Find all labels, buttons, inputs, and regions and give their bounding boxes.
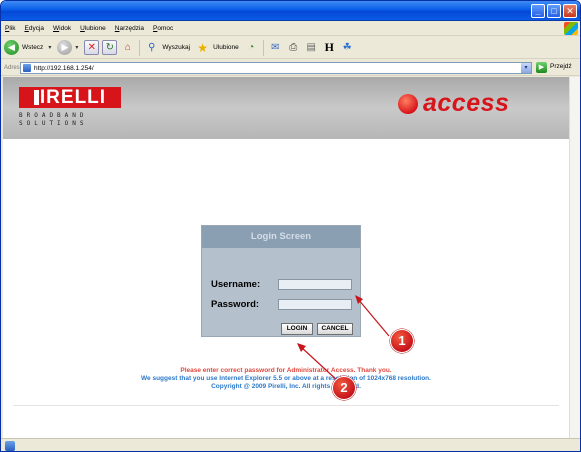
back-arrow-icon[interactable]: ◀	[4, 40, 19, 55]
callout-two-line	[300, 346, 340, 383]
favorites-star-icon[interactable]: ★	[195, 40, 210, 55]
forward-arrow-icon[interactable]: ▶	[57, 40, 73, 55]
search-icon[interactable]: ⚲	[144, 40, 159, 55]
status-bar	[1, 438, 580, 451]
menu-bar: Plik Edycja Widok Ulubione Narzędzia Pom…	[1, 21, 580, 36]
callout-two: 2	[332, 376, 356, 400]
address-dropdown-icon[interactable]: ▾	[521, 63, 531, 73]
h-icon[interactable]: H	[322, 40, 337, 55]
home-icon[interactable]: ⌂	[120, 40, 135, 55]
callout-one-line	[357, 298, 390, 337]
address-bar: Adres http://192.168.1.254/ ▾ ▶ Przejdź	[1, 60, 580, 76]
print-icon[interactable]: ⎙	[286, 40, 301, 55]
browser-window: _ □ ✕ Plik Edycja Widok Ulubione Narzędz…	[0, 0, 581, 452]
menu-help[interactable]: Pomoc	[153, 25, 178, 32]
callout-lines	[297, 295, 390, 383]
forward-dropdown-icon[interactable]: ▾	[75, 44, 78, 51]
favorites-button-label[interactable]: Ulubione	[213, 44, 239, 51]
windows-logo-icon	[564, 22, 578, 35]
toolbar: ◀ Wstecz ▾ ▶ ▾ ✕ ↻ ⌂ ⚲ Wyszukaj ★ Ulubio…	[1, 37, 580, 59]
menu-view[interactable]: Widok	[53, 25, 76, 32]
menu-edit[interactable]: Edycja	[24, 25, 49, 32]
refresh-icon[interactable]: ↻	[102, 40, 118, 55]
address-url[interactable]: http://192.168.1.254/	[34, 65, 94, 72]
status-page-icon	[5, 441, 15, 451]
close-button[interactable]: ✕	[563, 4, 577, 18]
back-dropdown-icon[interactable]: ▾	[48, 44, 51, 51]
menu-favorites[interactable]: Ulubione	[80, 25, 111, 32]
menu-tools[interactable]: Narzędzia	[115, 25, 149, 32]
window-controls: _ □ ✕	[531, 4, 577, 18]
mail-icon[interactable]: ✉	[268, 40, 283, 55]
back-button-label[interactable]: Wstecz	[22, 44, 43, 51]
menu-file[interactable]: Plik	[5, 25, 20, 32]
toolbar-separator	[262, 39, 264, 56]
edit-document-icon[interactable]: ▤	[304, 40, 319, 55]
title-bar: _ □ ✕	[1, 1, 580, 21]
callout-one: 1	[390, 329, 414, 353]
page-icon	[23, 64, 31, 72]
stop-icon[interactable]: ✕	[84, 40, 100, 55]
go-arrow-icon[interactable]: ▶	[536, 62, 547, 73]
address-input[interactable]: http://192.168.1.254/ ▾	[20, 62, 532, 74]
search-button-label[interactable]: Wyszukaj	[162, 44, 190, 51]
toolbar-separator	[139, 39, 141, 56]
messenger-icon[interactable]: ☘	[340, 40, 355, 55]
history-icon[interactable]: ◔	[244, 40, 259, 55]
minimize-button[interactable]: _	[531, 4, 545, 18]
address-label: Adres	[4, 64, 20, 71]
page-viewport: IRELLI BROADBAND SOLUTIONS access Login …	[3, 77, 569, 438]
go-button-label[interactable]: Przejdź	[550, 63, 572, 70]
maximize-button[interactable]: □	[547, 4, 561, 18]
vertical-scrollbar[interactable]	[569, 77, 580, 438]
